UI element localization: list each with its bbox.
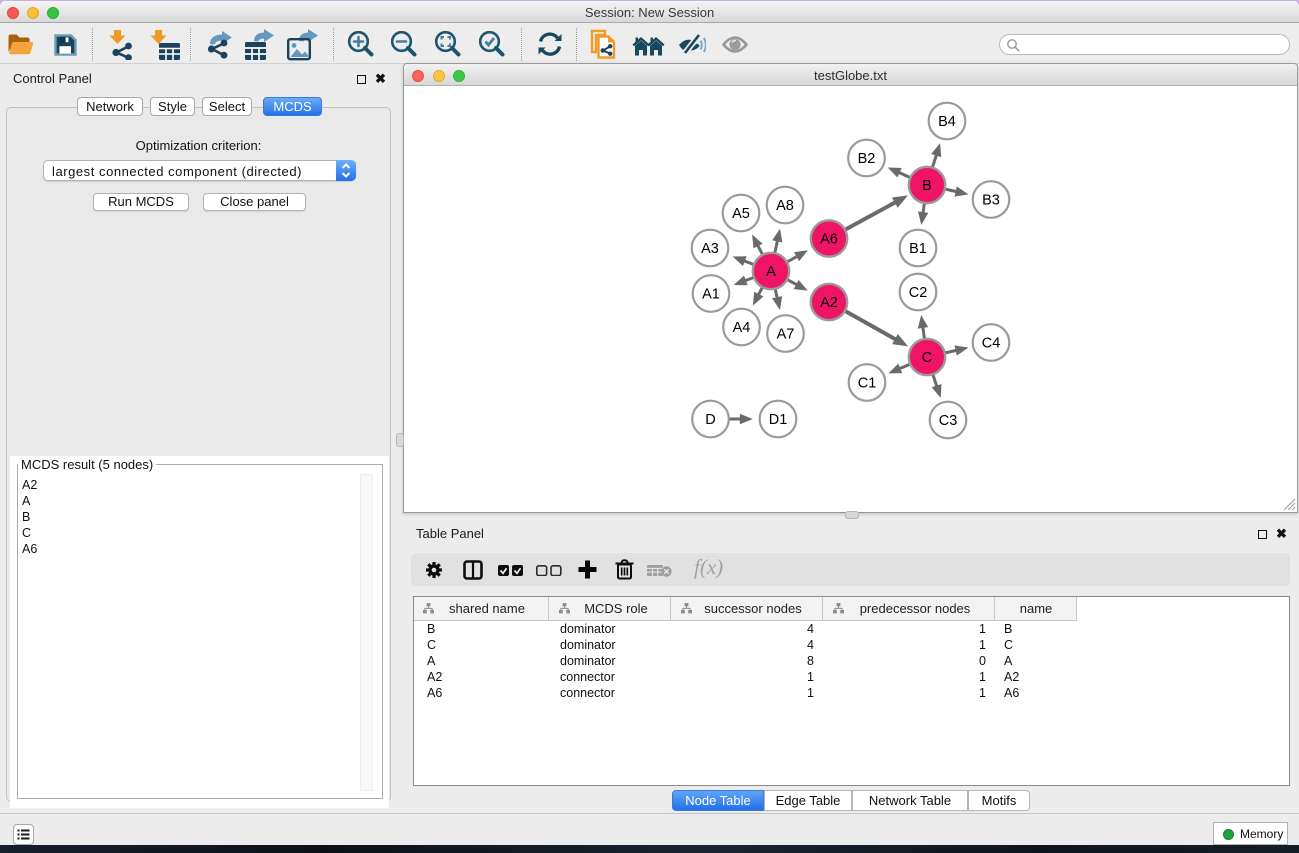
- svg-text:C1: C1: [858, 376, 877, 392]
- svg-text:D: D: [705, 412, 715, 428]
- svg-text:C3: C3: [939, 413, 958, 429]
- svg-text:A7: A7: [777, 327, 795, 343]
- svg-text:C: C: [922, 350, 932, 366]
- svg-text:B2: B2: [858, 151, 876, 167]
- svg-text:A3: A3: [701, 241, 719, 257]
- svg-text:A2: A2: [820, 295, 838, 311]
- svg-text:B3: B3: [982, 193, 1000, 209]
- svg-text:B4: B4: [938, 114, 956, 130]
- svg-text:A6: A6: [820, 232, 838, 248]
- svg-text:C4: C4: [982, 336, 1001, 352]
- svg-text:C2: C2: [909, 285, 928, 301]
- svg-text:A5: A5: [732, 206, 750, 222]
- svg-text:D1: D1: [769, 412, 788, 428]
- svg-text:A1: A1: [702, 287, 720, 303]
- svg-text:A: A: [766, 264, 776, 280]
- svg-text:A4: A4: [733, 320, 751, 336]
- svg-text:B1: B1: [909, 241, 927, 257]
- svg-text:A8: A8: [776, 198, 794, 214]
- svg-text:B: B: [922, 178, 932, 194]
